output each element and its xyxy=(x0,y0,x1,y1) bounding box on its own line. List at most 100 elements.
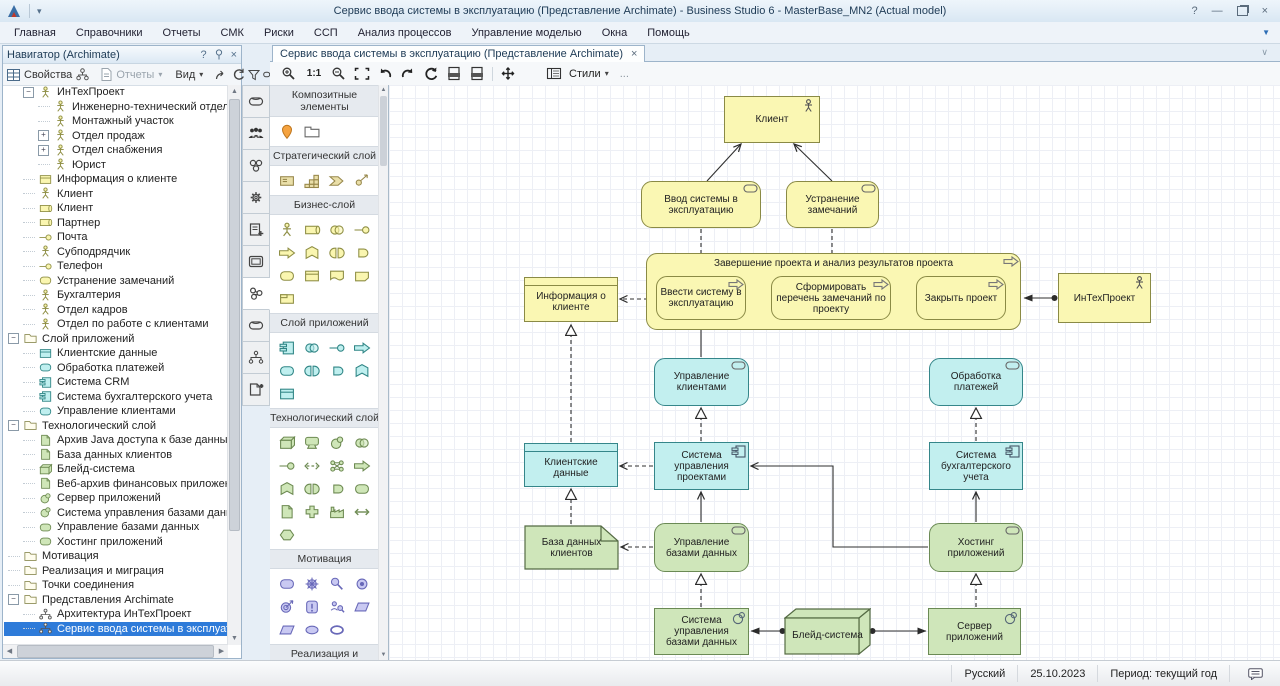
strip-nodes-icon[interactable] xyxy=(242,278,270,310)
diagram-node-svc-vvod[interactable]: Ввод системы в эксплуатацию xyxy=(641,181,761,228)
palette-item-role-y[interactable] xyxy=(299,218,324,241)
strip-new-page-icon[interactable] xyxy=(242,374,270,406)
palette-item-comp-b[interactable] xyxy=(274,336,299,359)
tree-item[interactable]: Монтажный участок xyxy=(4,114,228,129)
menu-item-4[interactable]: СМК xyxy=(211,24,254,42)
tree-item[interactable]: База данных клиентов xyxy=(4,448,228,463)
scroll-up-icon[interactable]: ▲ xyxy=(379,85,388,95)
close-button[interactable]: × xyxy=(1262,6,1268,17)
tree-expand-icon[interactable]: − xyxy=(8,594,19,605)
diagram-canvas[interactable]: КлиентВвод системы в эксплуатациюУстране… xyxy=(389,85,1280,660)
palette-item-grouping-k[interactable] xyxy=(299,120,324,143)
refresh-icon[interactable] xyxy=(232,68,245,82)
palette-item-repr-y[interactable] xyxy=(324,264,349,287)
scroll-up-icon[interactable]: ▲ xyxy=(228,85,241,98)
toolbar-overflow-button[interactable]: ... xyxy=(610,68,629,80)
quick-access-dropdown-icon[interactable]: ▾ xyxy=(33,6,46,17)
diagram-node-obr-pl[interactable]: Обработка платежей xyxy=(929,358,1023,406)
palette-item-rrect-g[interactable] xyxy=(349,477,374,500)
export-png-button[interactable] xyxy=(466,64,488,83)
palette-item-interact-g[interactable] xyxy=(299,477,324,500)
menu-item-6[interactable]: ССП xyxy=(304,24,348,42)
tree-horizontal-scrollbar[interactable]: ◀ ▶ xyxy=(3,644,228,658)
tree-item[interactable]: Веб-архив финансовых приложений xyxy=(4,477,228,492)
scrollbar-thumb[interactable] xyxy=(380,96,387,166)
tree-item[interactable]: Система управления базами данных xyxy=(4,506,228,521)
palette-item-meaning-y[interactable] xyxy=(349,264,374,287)
diagram-node-intech[interactable]: ИнТехПроект xyxy=(1058,273,1151,323)
tree-item[interactable]: Клиент xyxy=(4,187,228,202)
palette-item-object-b[interactable] xyxy=(274,382,299,405)
styles-button[interactable]: Стили xyxy=(566,68,604,80)
tree-item[interactable]: −Технологический слой xyxy=(4,419,228,434)
diagram-node-client[interactable]: Клиент xyxy=(724,96,820,143)
date-indicator[interactable]: 25.10.2023 xyxy=(1017,665,1097,682)
diagram-edge[interactable] xyxy=(707,144,741,181)
scroll-down-icon[interactable]: ▼ xyxy=(228,632,241,645)
filter-icon[interactable] xyxy=(248,68,260,82)
palette-item-facility-g[interactable] xyxy=(324,500,349,523)
palette-scrollbar[interactable]: ▲ ▼ xyxy=(378,85,388,660)
scroll-down-icon[interactable]: ▼ xyxy=(379,650,388,660)
zoom-out-button[interactable] xyxy=(328,64,350,83)
palette-section-header[interactable]: Бизнес-слой xyxy=(270,195,379,215)
tree-item[interactable]: Инженерно-технический отдел xyxy=(4,100,228,115)
tree-item[interactable]: Сервер приложений xyxy=(4,491,228,506)
tree-expand-icon[interactable]: + xyxy=(38,130,49,141)
menu-overflow-dropdown-icon[interactable]: ▼ xyxy=(1262,28,1280,37)
reports-dropdown-icon[interactable]: ▾ xyxy=(158,70,162,79)
scrollbar-thumb[interactable] xyxy=(229,99,240,531)
menu-item-10[interactable]: Помощь xyxy=(637,24,700,42)
palette-item-collab-g[interactable] xyxy=(349,431,374,454)
palette-item-material-g[interactable] xyxy=(274,523,299,546)
tree-item[interactable]: Субподрядчик xyxy=(4,245,228,260)
tree-item[interactable]: Система бухгалтерского учета xyxy=(4,390,228,405)
strip-doc-add-icon[interactable] xyxy=(242,214,270,246)
menu-item-8[interactable]: Управление моделью xyxy=(461,24,591,42)
palette-item-outcome-m[interactable] xyxy=(274,595,299,618)
strip-pouch2-icon[interactable] xyxy=(242,310,270,342)
diagram-node-kl-dan[interactable]: Клиентские данные xyxy=(524,443,618,487)
style-list-button[interactable] xyxy=(543,64,565,83)
palette-section-header[interactable]: Слой приложений xyxy=(270,313,379,333)
palette-item-flow-g[interactable] xyxy=(349,500,374,523)
menu-item-3[interactable]: Отчеты xyxy=(153,24,211,42)
tree-item[interactable]: Архитектура ИнТехПроект xyxy=(4,607,228,622)
palette-item-capability-t[interactable] xyxy=(299,169,324,192)
properties-grid-icon[interactable] xyxy=(7,68,20,82)
palette-item-servd-b[interactable] xyxy=(324,359,349,382)
diagram-edge[interactable] xyxy=(794,144,832,181)
diagram-node-p2[interactable]: Сформировать перечень замечаний по проек… xyxy=(771,276,891,320)
refresh-button[interactable] xyxy=(420,64,442,83)
strip-hierarchy-icon[interactable] xyxy=(242,342,270,374)
tree-item[interactable]: Информация о клиенте xyxy=(4,172,228,187)
tree-expand-icon[interactable]: − xyxy=(23,87,34,98)
view-dropdown-icon[interactable]: ▾ xyxy=(199,70,203,79)
pan-button[interactable] xyxy=(497,64,519,83)
menu-item-2[interactable]: Справочники xyxy=(66,24,153,42)
palette-item-para-m[interactable] xyxy=(274,618,299,641)
tree-item[interactable]: Хостинг приложений xyxy=(4,535,228,550)
palette-item-stake-m[interactable] xyxy=(274,572,299,595)
scroll-right-icon[interactable]: ▶ xyxy=(215,645,228,658)
navigator-close-icon[interactable]: × xyxy=(231,49,237,61)
palette-item-iface-y[interactable] xyxy=(349,218,374,241)
tree-item[interactable]: Отдел по работе с клиентами xyxy=(4,317,228,332)
palette-item-object-y[interactable] xyxy=(299,264,324,287)
diagram-node-p3[interactable]: Закрыть проект xyxy=(916,276,1006,320)
palette-item-func-y[interactable] xyxy=(299,241,324,264)
tree-item[interactable]: Устранение замечаний xyxy=(4,274,228,289)
palette-item-syssoft-g[interactable] xyxy=(324,431,349,454)
palette-item-driver-m[interactable] xyxy=(299,572,324,595)
tree-expand-icon[interactable]: − xyxy=(8,420,19,431)
hierarchy-icon[interactable] xyxy=(76,68,89,82)
menu-item-7[interactable]: Анализ процессов xyxy=(348,24,462,42)
tree-item[interactable]: Сервис ввода системы в эксплуатаци xyxy=(4,622,228,637)
palette-item-collab-y[interactable] xyxy=(324,218,349,241)
tree-item[interactable]: Мотивация xyxy=(4,549,228,564)
palette-section-header[interactable]: Реализация и миграция xyxy=(270,644,379,660)
palette-item-iface-g[interactable] xyxy=(274,454,299,477)
export-svg-button[interactable] xyxy=(443,64,465,83)
palette-item-require-m[interactable] xyxy=(324,595,349,618)
palette-item-valuestream-t[interactable] xyxy=(324,169,349,192)
